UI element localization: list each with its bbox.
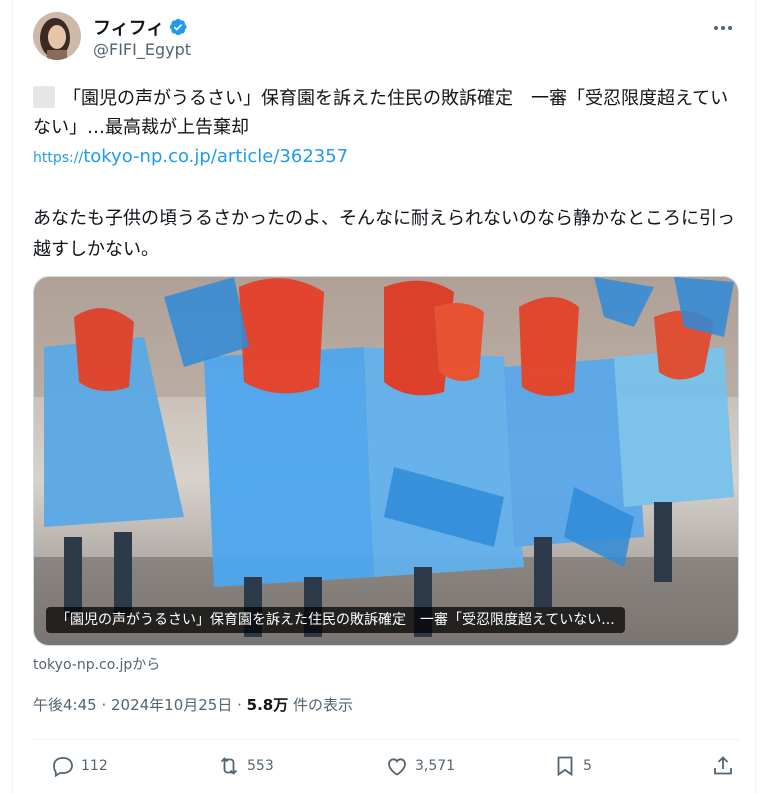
display-name[interactable]: フィフィ: [93, 14, 164, 40]
reply-button[interactable]: 112: [51, 754, 108, 778]
link-text: tokyo-np.co.jp/article/362357: [83, 146, 349, 167]
bookmark-count: 5: [583, 758, 592, 774]
tweet-container: フィフィ @FIFI_Egypt 「園児の声がうるさい」保育園を訴えた住民の敗訴…: [12, 0, 756, 793]
bookmark-icon: [557, 756, 573, 777]
repost-icon: [220, 757, 238, 775]
like-button[interactable]: 3,571: [385, 754, 455, 778]
tweet-headline: 「園児の声がうるさい」保育園を訴えた住民の敗訴確定 一審「受忍限度超えていない」…: [33, 84, 739, 142]
meta-separator: ·: [232, 696, 247, 714]
action-bar: 112 553 3,571 5: [33, 754, 739, 782]
divider: [33, 739, 739, 740]
tweet-comment: あなたも子供の頃うるさかったのよ、そんなに耐えられないのなら静かなところに引っ越…: [33, 208, 735, 260]
card-source[interactable]: tokyo-np.co.jpから: [33, 654, 160, 674]
link-card[interactable]: 「園児の声がうるさい」保育園を訴えた住民の敗訴確定 一審「受忍限度超えていない.…: [33, 276, 739, 646]
tweet-meta: 午後4:45 · 2024年10月25日 · 5.8万 件の表示: [33, 694, 353, 715]
repost-button[interactable]: 553: [217, 754, 274, 778]
heart-icon: [388, 758, 406, 776]
share-icon: [714, 756, 732, 775]
view-label: 件の表示: [288, 696, 354, 714]
tweet-header: フィフィ @FIFI_Egypt: [33, 12, 737, 64]
link-protocol: https://: [33, 150, 84, 166]
like-count: 3,571: [415, 758, 456, 774]
verified-badge-icon: [170, 18, 187, 36]
card-caption: 「園児の声がうるさい」保育園を訴えた住民の敗訴確定 一審「受忍限度超えていない.…: [46, 607, 625, 633]
card-image: [34, 277, 738, 645]
handle[interactable]: @FIFI_Egypt: [93, 40, 191, 59]
bookmark-button[interactable]: 5: [553, 754, 592, 778]
tweet-time[interactable]: 午後4:45: [33, 696, 97, 714]
name-row: フィフィ: [93, 14, 188, 40]
article-link[interactable]: https://tokyo-np.co.jp/article/362357: [33, 146, 348, 167]
meta-separator: ·: [96, 696, 111, 714]
tweet-date[interactable]: 2024年10月25日: [111, 696, 232, 714]
reply-count: 112: [81, 758, 108, 774]
flag-icon: [33, 86, 55, 108]
repost-count: 553: [247, 758, 274, 774]
avatar[interactable]: [33, 12, 81, 60]
reply-icon: [53, 757, 73, 778]
share-button[interactable]: [711, 754, 735, 778]
more-options-icon[interactable]: [709, 16, 737, 40]
view-count: 5.8万: [246, 696, 289, 714]
headline-text: 「園児の声がうるさい」保育園を訴えた住民の敗訴確定 一審「受忍限度超えていない」…: [33, 88, 729, 138]
